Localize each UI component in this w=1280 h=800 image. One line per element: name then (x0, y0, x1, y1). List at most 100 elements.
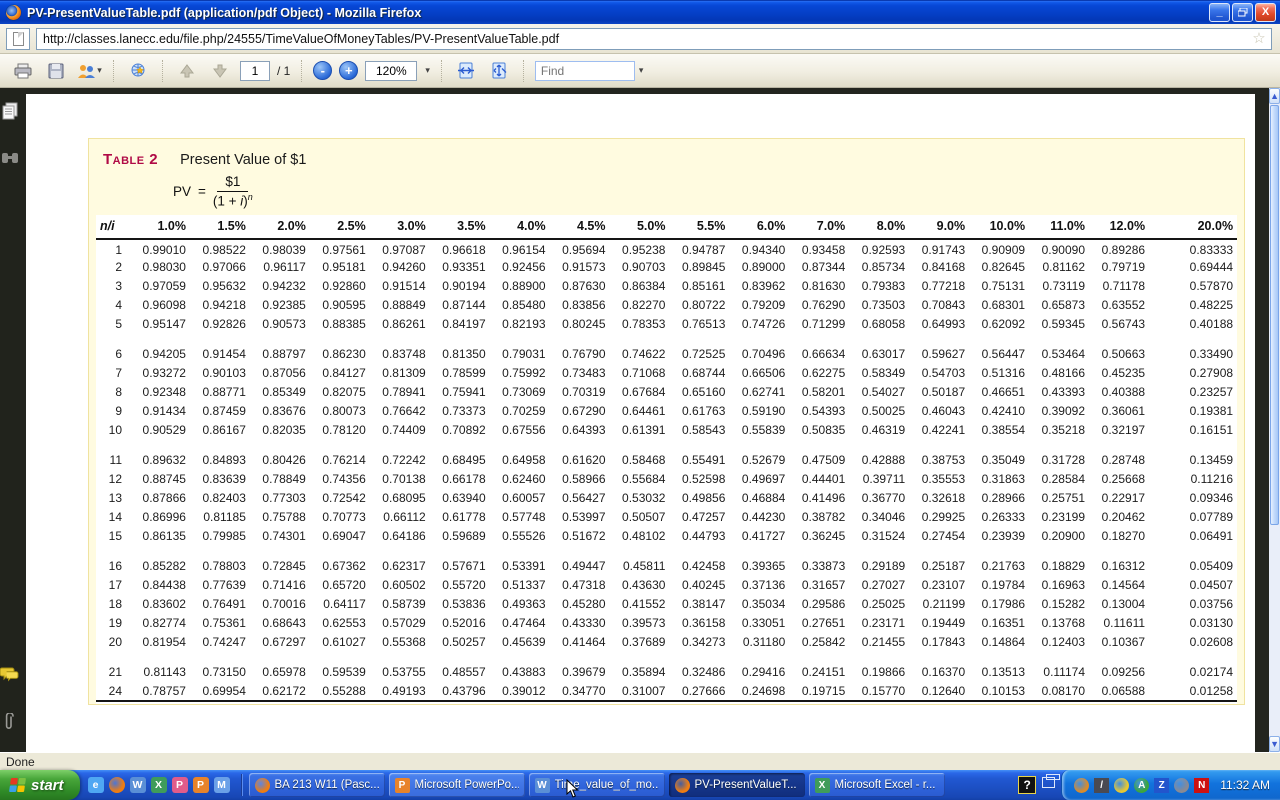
pv-cell: 0.83748 (370, 345, 430, 364)
scrollbar-track[interactable] (1269, 526, 1280, 736)
previous-page-button[interactable] (174, 58, 200, 84)
vertical-scrollbar[interactable]: ▲ ▼ (1269, 88, 1280, 752)
find-input[interactable] (535, 61, 635, 81)
pv-cell: 0.50257 (430, 633, 490, 652)
pv-cell: 0.51316 (969, 364, 1029, 383)
pv-cell: 0.80426 (250, 451, 310, 470)
scroll-down-button[interactable]: ▼ (1269, 736, 1280, 752)
taskbar-button-5[interactable]: X Microsoft Excel - r... (809, 773, 945, 797)
search-panel-icon[interactable] (1, 151, 19, 170)
shield-tray-icon[interactable] (1114, 778, 1129, 793)
pv-cell: 0.35049 (969, 451, 1029, 470)
restore-button[interactable] (1232, 3, 1253, 22)
volume-tray-icon[interactable] (1174, 778, 1189, 793)
pv-cell: 0.48166 (1029, 364, 1089, 383)
url-input[interactable] (36, 28, 1272, 50)
pv-cell: 0.70496 (729, 345, 789, 364)
pv-cell: 0.34273 (669, 633, 729, 652)
pv-cell: 0.56427 (550, 489, 610, 508)
pv-cell: 0.25751 (1029, 489, 1089, 508)
save-button[interactable] (43, 58, 69, 84)
pv-cell: 0.79719 (1089, 258, 1149, 277)
key-icon[interactable]: P (172, 777, 188, 793)
pdf-sidebar (0, 88, 20, 752)
powerpoint-icon[interactable]: P (193, 777, 209, 793)
excel-icon[interactable]: X (151, 777, 167, 793)
minimize-button[interactable]: _ (1209, 3, 1230, 22)
pv-cell: 0.97066 (190, 258, 250, 277)
pages-panel-icon[interactable] (2, 102, 18, 125)
pv-cell: 0.45280 (550, 595, 610, 614)
scrollbar-thumb[interactable] (1270, 105, 1279, 525)
sign-button[interactable] (125, 58, 151, 84)
pv-cell: 0.65978 (250, 663, 310, 682)
norton-tray-icon[interactable]: N (1194, 778, 1209, 793)
undock-icon[interactable] (1042, 777, 1055, 788)
page-number-input[interactable] (240, 61, 270, 81)
pv-cell: 0.52598 (669, 470, 729, 489)
pv-cell: 0.35894 (610, 663, 670, 682)
pv-table-panel: n/i1.0%1.5%2.0%2.5%3.0%3.5%4.0%4.5%5.0%5… (96, 215, 1237, 704)
excel-icon[interactable]: X (815, 778, 830, 793)
z-tray-icon[interactable]: Z (1154, 778, 1169, 793)
scroll-up-button[interactable]: ▲ (1269, 88, 1280, 104)
collaborate-button[interactable]: ▾ (76, 58, 102, 84)
pv-cell: 0.90529 (130, 421, 190, 440)
pv-cell: 0.38753 (909, 451, 969, 470)
powerpoint-icon[interactable]: P (395, 778, 410, 793)
zoom-caret-icon[interactable]: ▾ (425, 65, 430, 76)
pv-cell: 0.16351 (969, 614, 1029, 633)
pv-cell: 0.63940 (430, 489, 490, 508)
pv-cell: 0.88745 (130, 470, 190, 489)
firefox-icon[interactable] (255, 778, 270, 793)
pv-cell: 0.13768 (1029, 614, 1089, 633)
pv-cell: 0.86261 (370, 315, 430, 334)
pv-cell: 0.21199 (909, 595, 969, 614)
pv-cell: 0.82193 (490, 315, 550, 334)
fit-width-button[interactable] (453, 58, 479, 84)
pv-cell: 0.23171 (849, 614, 909, 633)
pv-cell: 0.48557 (430, 663, 490, 682)
help-button[interactable]: ? (1018, 776, 1036, 794)
collaborate-caret-icon[interactable]: ▾ (97, 65, 102, 76)
pv-row: 60.942050.914540.887970.862300.837480.81… (96, 345, 1237, 364)
start-button[interactable]: start (0, 770, 80, 800)
print-button[interactable] (10, 58, 36, 84)
close-button[interactable]: X (1255, 3, 1276, 22)
comments-panel-icon[interactable] (0, 667, 20, 687)
taskbar-button-3[interactable]: WTime_value_of_mo... (529, 773, 665, 797)
pv-cell: 0.33490 (1149, 345, 1237, 364)
find-caret-icon[interactable]: ▾ (639, 65, 644, 76)
phone-tray-icon[interactable]: / (1094, 778, 1109, 793)
pv-cell: 0.21455 (849, 633, 909, 652)
pv-cell: 0.19449 (909, 614, 969, 633)
attachments-panel-icon[interactable] (2, 713, 18, 738)
pv-cell: 0.32618 (909, 489, 969, 508)
internet-explorer-icon[interactable]: e (88, 777, 104, 793)
zoom-level-select[interactable]: 120% (365, 61, 417, 81)
pv-cell: 0.80245 (550, 315, 610, 334)
messenger-tray-icon[interactable] (1074, 778, 1089, 793)
taskbar-button-label: Microsoft Excel - r... (835, 779, 936, 791)
word-icon[interactable]: W (130, 777, 146, 793)
next-page-button[interactable] (207, 58, 233, 84)
taskbar-button-4[interactable]: PV-PresentValueT... (669, 773, 805, 797)
pv-cell: 0.80722 (669, 296, 729, 315)
pv-cell: 0.88797 (250, 345, 310, 364)
firefox-icon[interactable] (109, 777, 125, 793)
pv-cell: 0.14864 (969, 633, 1029, 652)
bookmark-star-icon[interactable]: ☆ (1251, 31, 1267, 47)
zoom-out-button[interactable]: - (313, 61, 332, 80)
firefox-icon[interactable] (675, 778, 690, 793)
pv-cell: 0.56447 (969, 345, 1029, 364)
word-icon[interactable]: W (535, 778, 550, 793)
pv-cell: 0.89845 (669, 258, 729, 277)
zoom-in-button[interactable]: + (339, 61, 358, 80)
fit-page-button[interactable] (486, 58, 512, 84)
pv-row: 20.980300.970660.961170.951810.942600.93… (96, 258, 1237, 277)
pv-cell: 0.80073 (310, 402, 370, 421)
antivirus-tray-icon[interactable]: A (1134, 778, 1149, 793)
messenger-icon[interactable]: M (214, 777, 230, 793)
taskbar-button-2[interactable]: PMicrosoft PowerPo... (389, 773, 525, 797)
taskbar-button-1[interactable]: BA 213 W11 (Pasc... (249, 773, 385, 797)
